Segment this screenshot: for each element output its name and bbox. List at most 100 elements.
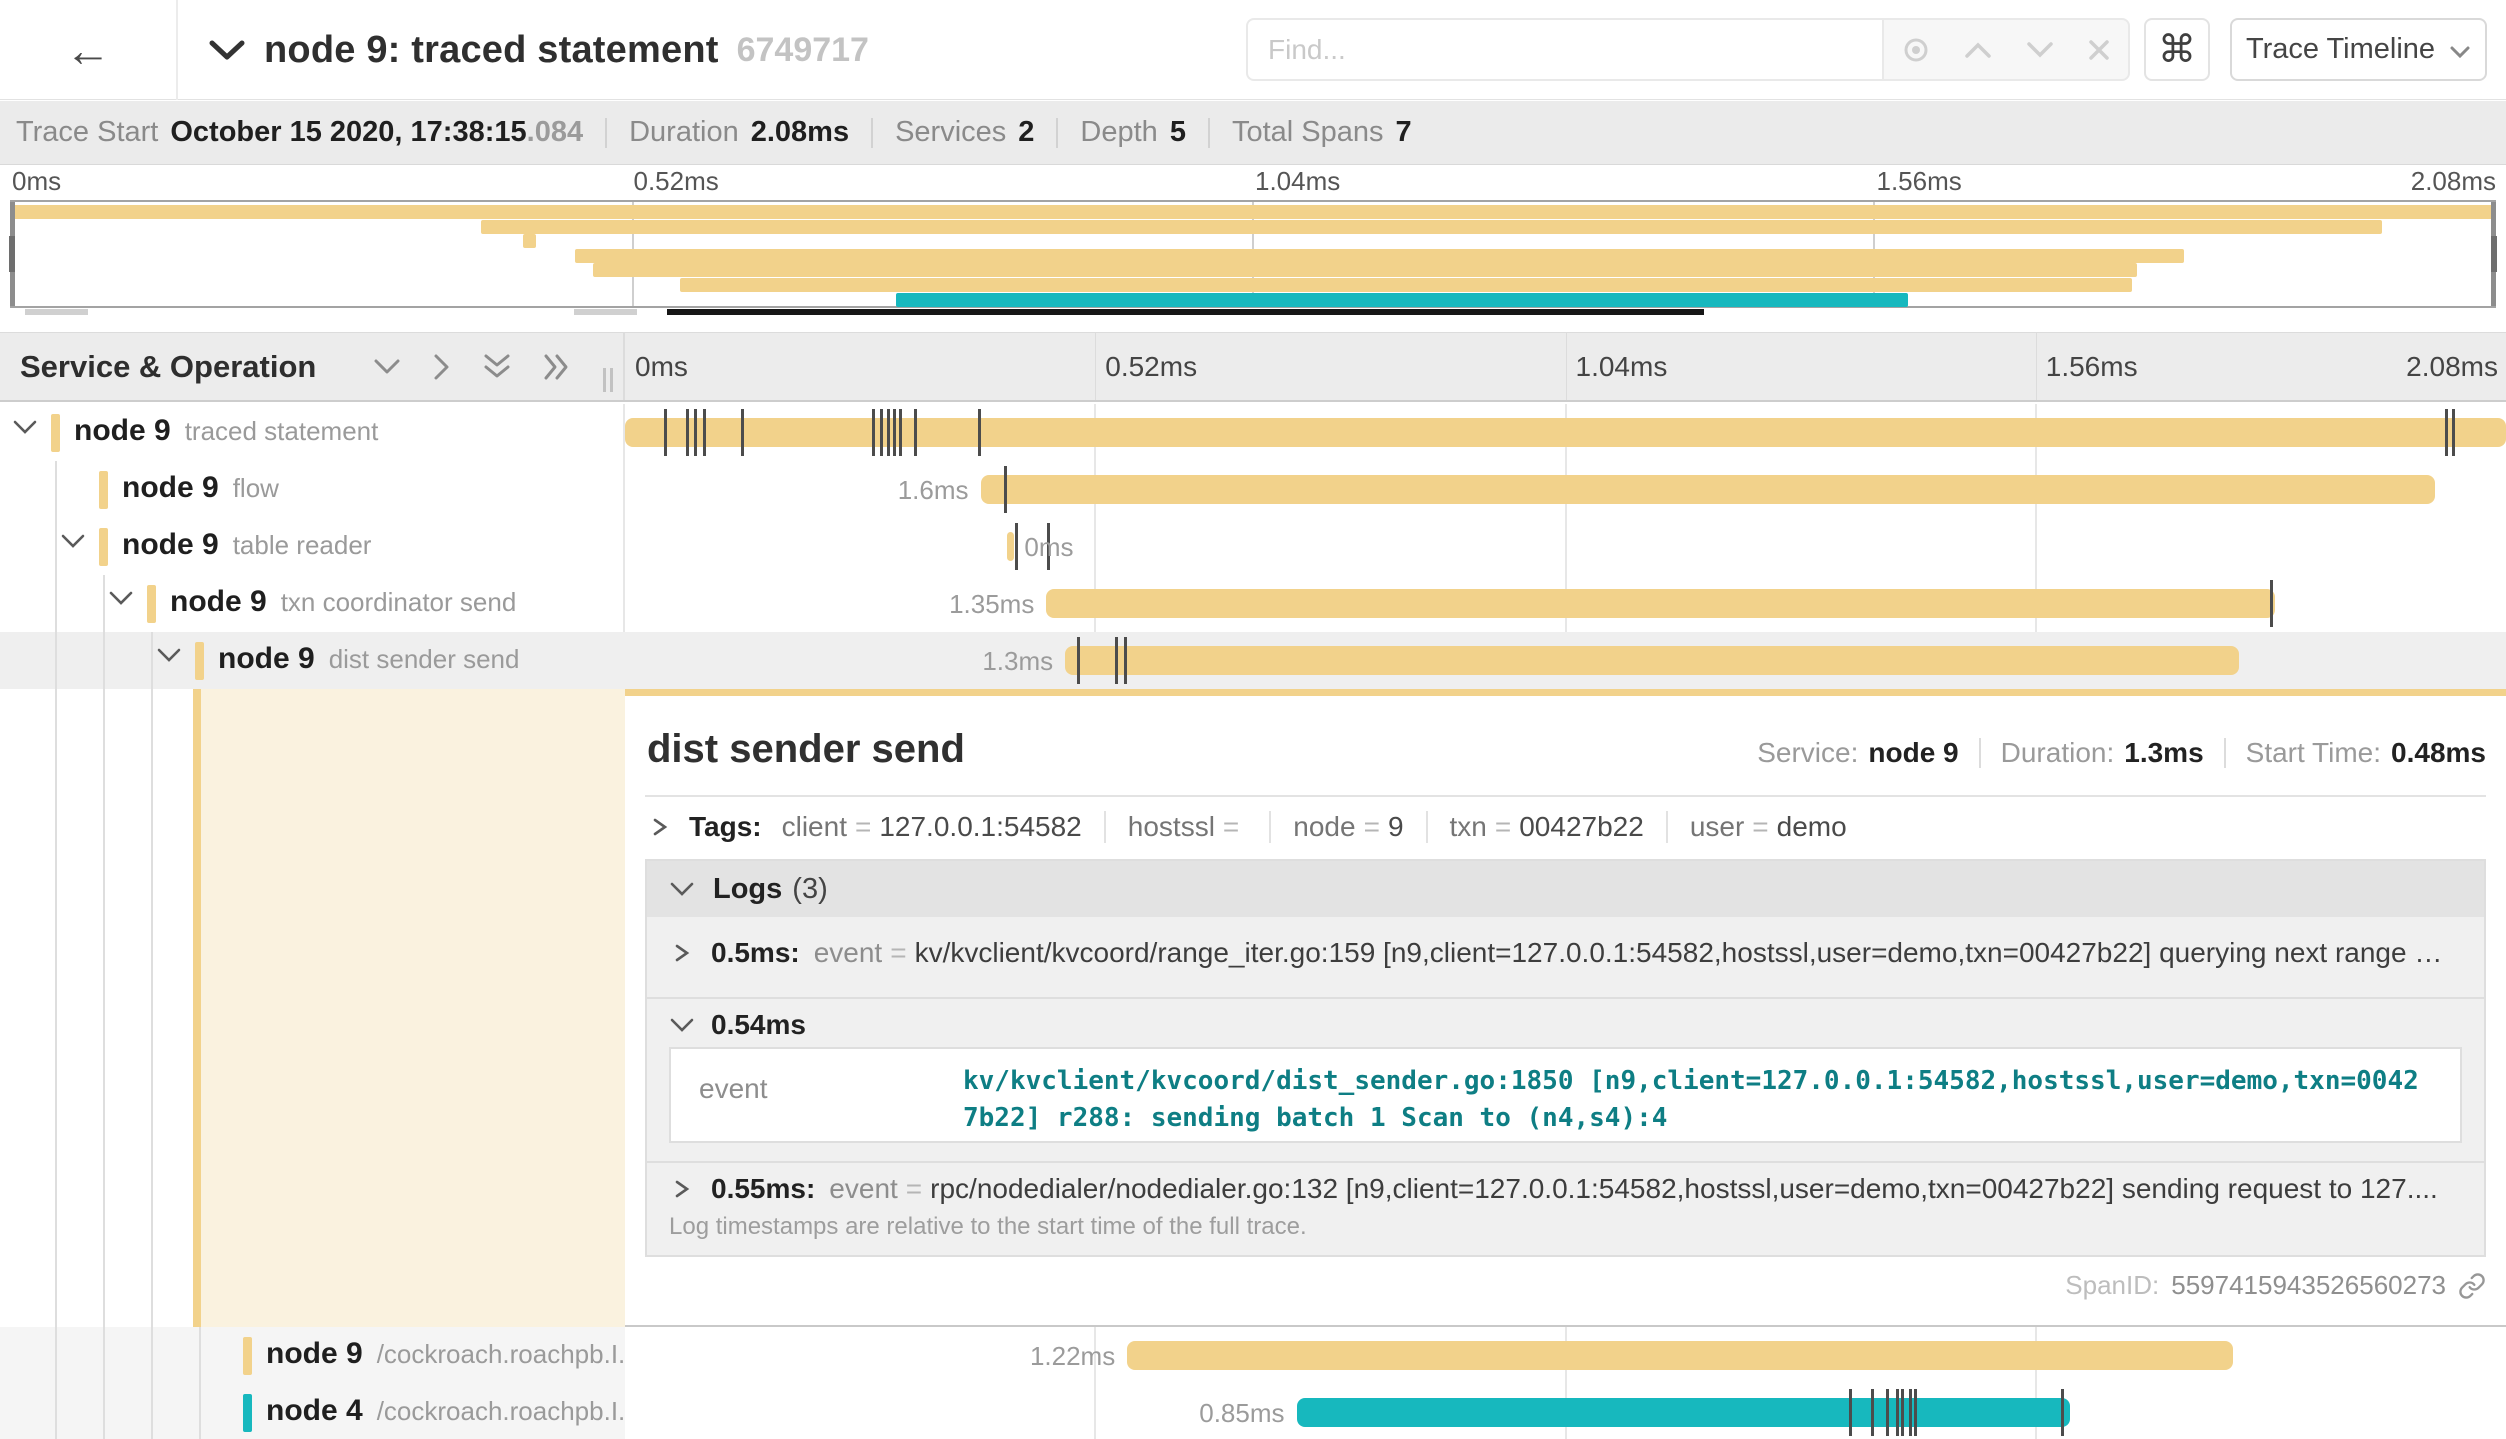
span-name-cell[interactable]: node 9txn coordinator send xyxy=(0,575,625,632)
span-timeline-cell[interactable] xyxy=(625,404,2506,461)
back-button[interactable]: ← xyxy=(0,0,178,100)
span-log-marker[interactable] xyxy=(2270,580,2273,627)
span-log-marker[interactable] xyxy=(880,409,883,456)
span-log-marker[interactable] xyxy=(887,409,890,456)
span-log-marker[interactable] xyxy=(1914,1389,1917,1436)
span-duration-bar[interactable] xyxy=(1065,646,2239,675)
span-log-marker[interactable] xyxy=(893,409,896,456)
span-detail-row: dist sender sendService:node 9Duration:1… xyxy=(0,689,2506,1327)
keyboard-shortcuts-button[interactable]: ⌘ xyxy=(2144,18,2210,81)
span-log-marker[interactable] xyxy=(872,409,875,456)
clear-find-icon[interactable] xyxy=(2087,38,2111,62)
log-entry[interactable]: 0.5ms:event=kv/kvclient/kvcoord/range_it… xyxy=(647,937,2484,969)
span-duration-bar[interactable] xyxy=(1046,589,2274,618)
next-match-icon[interactable] xyxy=(2026,41,2054,59)
minimap-scroll-thumb[interactable] xyxy=(667,309,1704,315)
logs-header[interactable]: Logs(3) xyxy=(647,861,2484,917)
minimap-scroll-pale[interactable] xyxy=(574,309,637,315)
span-timeline-cell[interactable]: 1.22ms xyxy=(625,1327,2506,1384)
span-color-bar xyxy=(147,585,156,623)
minimap-scroll-pale[interactable] xyxy=(25,309,88,315)
minimap-scroll-indicator[interactable] xyxy=(0,308,2506,316)
prev-match-icon[interactable] xyxy=(1964,41,1992,59)
row-chevron-icon[interactable] xyxy=(60,532,86,555)
tags-row[interactable]: Tags:client=127.0.0.1:54582hostssl=node=… xyxy=(647,811,1847,843)
span-row[interactable]: node 9/cockroach.roachpb.I...1.22ms xyxy=(0,1327,2506,1384)
span-service-name: node 4/cockroach.roachpb.I... xyxy=(266,1394,625,1428)
minimap-right-handle-nub[interactable] xyxy=(2491,236,2497,272)
span-log-marker[interactable] xyxy=(899,409,902,456)
column-resize-grip[interactable] xyxy=(603,368,613,392)
span-duration-bar[interactable] xyxy=(1297,1398,2070,1427)
span-duration-label: 0.85ms xyxy=(1199,1398,1284,1429)
span-name-cell[interactable]: node 9flow xyxy=(0,461,625,518)
summary-label: Services xyxy=(895,116,1006,149)
span-duration-bar[interactable] xyxy=(1007,532,1015,561)
span-duration-bar[interactable] xyxy=(981,475,2435,504)
span-log-marker[interactable] xyxy=(914,409,917,456)
span-log-marker[interactable] xyxy=(703,409,706,456)
span-log-marker[interactable] xyxy=(2445,409,2448,456)
span-log-marker[interactable] xyxy=(1901,1389,1904,1436)
span-row[interactable]: node 9traced statement xyxy=(0,404,2506,461)
span-duration-bar[interactable] xyxy=(1127,1341,2233,1370)
row-chevron-icon[interactable] xyxy=(12,418,38,441)
span-timeline-cell[interactable]: 1.6ms xyxy=(625,461,2506,518)
span-timeline-cell[interactable]: 0.85ms xyxy=(625,1384,2506,1439)
span-timeline-cell[interactable]: 0ms xyxy=(625,518,2506,575)
span-log-marker[interactable] xyxy=(1077,637,1080,684)
span-name-cell[interactable]: node 9traced statement xyxy=(0,404,625,461)
span-log-marker[interactable] xyxy=(1124,637,1127,684)
span-row[interactable]: node 9dist sender send1.3ms xyxy=(0,632,2506,689)
span-name-cell[interactable]: node 4/cockroach.roachpb.I... xyxy=(0,1384,625,1439)
span-duration-bar[interactable] xyxy=(625,418,2506,447)
row-chevron-icon[interactable] xyxy=(156,646,182,669)
span-log-marker[interactable] xyxy=(1909,1389,1912,1436)
span-log-marker[interactable] xyxy=(1896,1389,1899,1436)
log-entry[interactable]: 0.55ms:event=rpc/nodedialer/nodedialer.g… xyxy=(647,1173,2484,1205)
span-log-marker[interactable] xyxy=(741,409,744,456)
span-id-label: SpanID: xyxy=(2065,1270,2159,1301)
span-name-cell[interactable]: node 9/cockroach.roachpb.I... xyxy=(0,1327,625,1384)
span-log-marker[interactable] xyxy=(1849,1389,1852,1436)
span-log-marker[interactable] xyxy=(978,409,981,456)
trace-id: 6749717 xyxy=(737,31,869,70)
collapse-all-icon[interactable] xyxy=(482,352,512,382)
span-row[interactable]: node 9table reader0ms xyxy=(0,518,2506,575)
summary-value: 5 xyxy=(1170,116,1186,149)
span-log-marker[interactable] xyxy=(1886,1389,1889,1436)
find-input[interactable] xyxy=(1246,18,1882,81)
expand-all-icon[interactable] xyxy=(542,352,572,382)
chevron-down-icon xyxy=(2449,45,2471,59)
span-log-marker[interactable] xyxy=(2452,409,2455,456)
collapse-one-icon[interactable] xyxy=(372,357,402,377)
span-log-marker[interactable] xyxy=(2061,1389,2064,1436)
span-log-marker[interactable] xyxy=(664,409,667,456)
minimap-canvas[interactable] xyxy=(10,200,2496,308)
row-chevron-icon[interactable] xyxy=(108,589,134,612)
summary-label: Trace Start xyxy=(16,116,158,149)
span-log-marker[interactable] xyxy=(1115,637,1118,684)
span-log-marker[interactable] xyxy=(1015,523,1018,570)
minimap-left-handle-nub[interactable] xyxy=(9,236,15,272)
span-log-marker[interactable] xyxy=(1871,1389,1874,1436)
span-name-cell[interactable]: node 9dist sender send xyxy=(0,632,625,689)
copy-link-icon[interactable] xyxy=(2458,1272,2486,1300)
collapse-trace-chevron-icon[interactable] xyxy=(208,38,246,62)
span-row[interactable]: node 9flow1.6ms xyxy=(0,461,2506,518)
indent-guide xyxy=(199,1384,201,1439)
view-selector-button[interactable]: Trace Timeline xyxy=(2230,18,2487,81)
locate-icon[interactable] xyxy=(1901,35,1931,65)
span-timeline-cell[interactable]: 1.3ms xyxy=(625,632,2506,689)
span-log-marker[interactable] xyxy=(1004,466,1007,513)
span-row[interactable]: node 9txn coordinator send1.35ms xyxy=(0,575,2506,632)
span-log-marker[interactable] xyxy=(686,409,689,456)
span-row[interactable]: node 4/cockroach.roachpb.I... 0.85ms xyxy=(0,1384,2506,1439)
span-name-cell[interactable]: node 9table reader xyxy=(0,518,625,575)
service-operation-header: Service & Operation xyxy=(20,349,316,385)
span-color-bar xyxy=(243,1394,252,1432)
span-timeline-cell[interactable]: 1.35ms xyxy=(625,575,2506,632)
expand-one-icon[interactable] xyxy=(432,352,452,382)
span-log-marker[interactable] xyxy=(694,409,697,456)
log-entry[interactable]: 0.54ms xyxy=(647,1009,2484,1041)
